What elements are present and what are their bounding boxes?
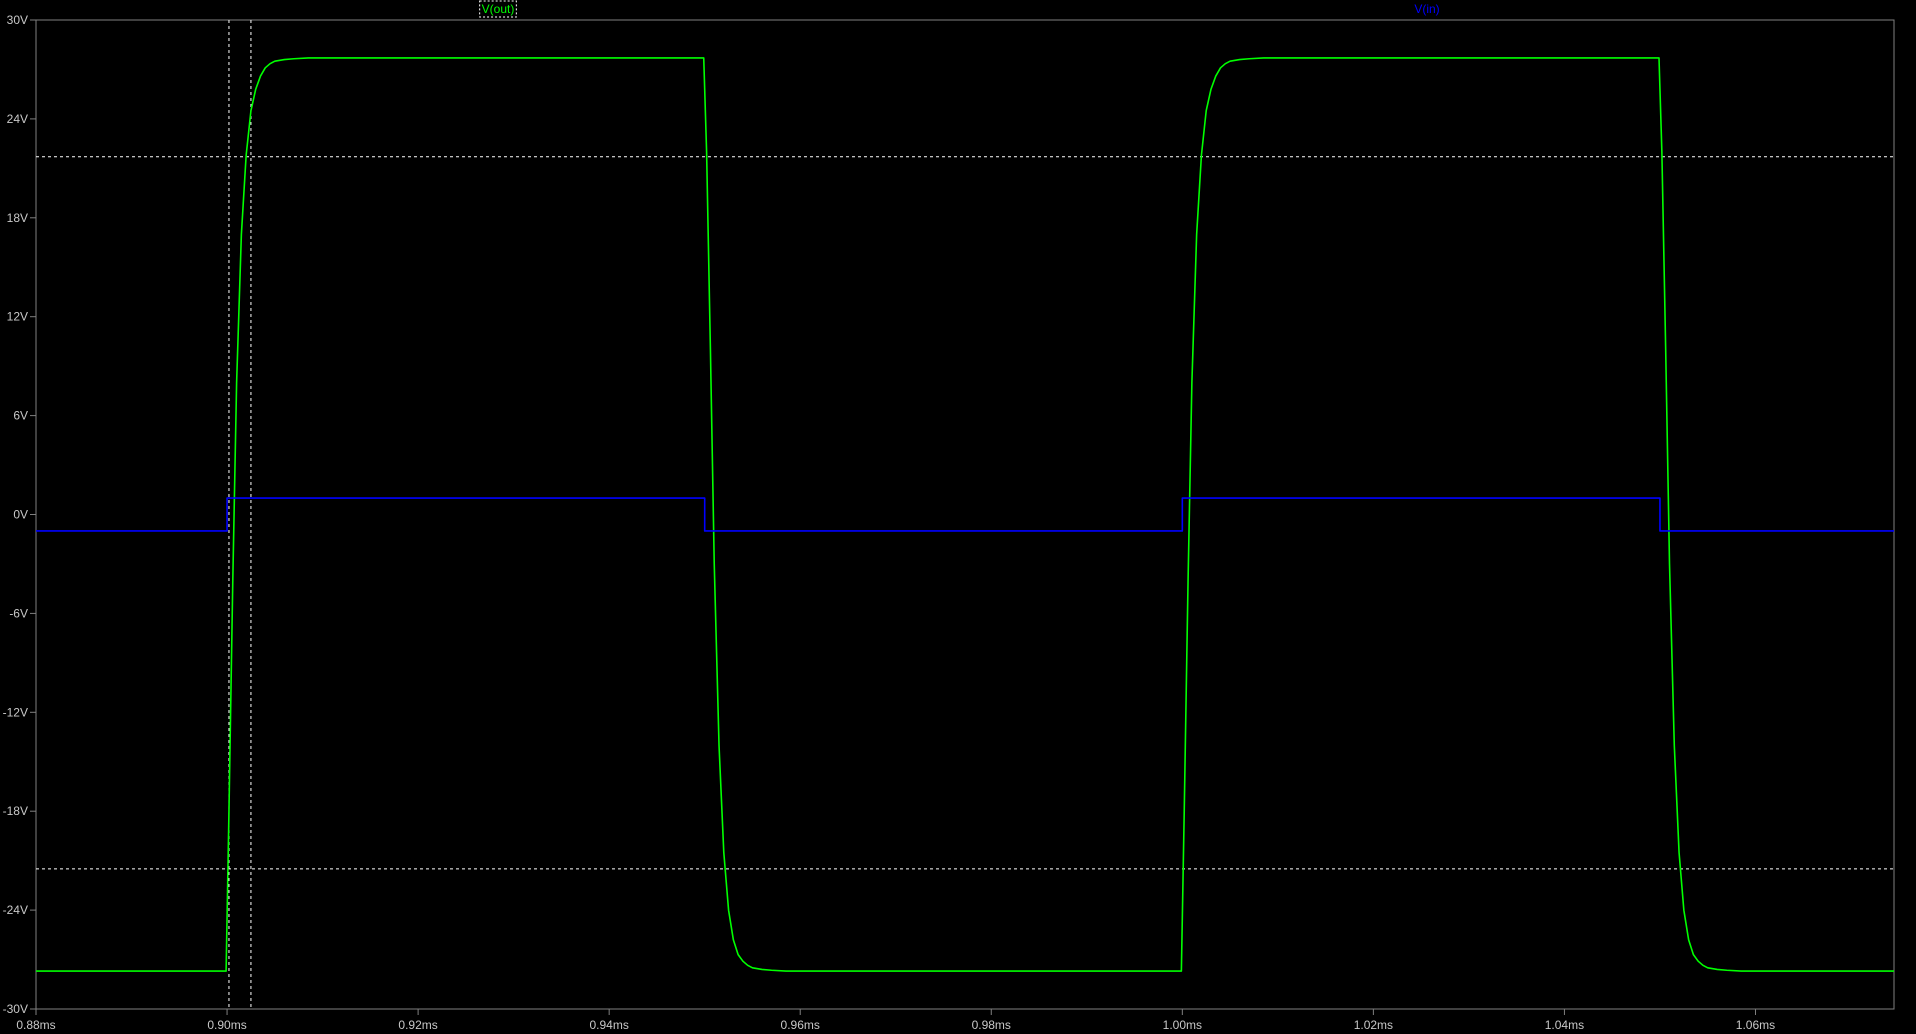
x-tick-label: 0.88ms — [16, 1018, 55, 1032]
y-tick-label: 18V — [7, 211, 28, 225]
y-tick-label: -24V — [3, 903, 28, 917]
legend-label-v-in[interactable]: V(in) — [1414, 2, 1439, 16]
trace-v-in — [36, 497, 1894, 532]
x-axis-ticks: 0.88ms 0.90ms 0.92ms 0.94ms 0.96ms 0.98ms 1.00… — [16, 1009, 1775, 1032]
y-tick-label: -18V — [3, 804, 28, 818]
trace-legend[interactable]: V(out) V(in) — [479, 0, 1440, 18]
plot-axes — [35, 19, 1895, 1010]
y-tick-label: 30V — [7, 13, 28, 27]
x-tick-label: 0.94ms — [589, 1018, 628, 1032]
plot-frame — [35, 19, 1895, 1010]
x-tick-label: 0.90ms — [207, 1018, 246, 1032]
cursor-lines[interactable] — [36, 20, 1894, 1009]
x-tick-label: 0.96ms — [781, 1018, 820, 1032]
waveform-plot[interactable]: 30V 24V 18V 12V 6V 0V -6V -12V -18V -24V -30V 0.88… — [0, 0, 1916, 1034]
y-tick-label: 24V — [7, 112, 28, 126]
trace-layer — [36, 57, 1894, 972]
y-tick-label: -30V — [3, 1002, 28, 1016]
x-tick-label: 1.00ms — [1163, 1018, 1202, 1032]
legend-label-v-out[interactable]: V(out) — [482, 2, 515, 16]
y-tick-label: 6V — [13, 409, 28, 423]
y-tick-label: -12V — [3, 705, 28, 719]
y-tick-label: -6V — [9, 606, 28, 620]
x-tick-label: 0.98ms — [972, 1018, 1011, 1032]
y-tick-label: 12V — [7, 310, 28, 324]
x-tick-label: 1.02ms — [1354, 1018, 1393, 1032]
x-tick-label: 0.92ms — [398, 1018, 437, 1032]
y-axis-ticks: 30V 24V 18V 12V 6V 0V -6V -12V -18V -24V -30V — [3, 13, 36, 1016]
x-tick-label: 1.04ms — [1545, 1018, 1584, 1032]
y-tick-label: 0V — [13, 508, 28, 522]
trace-v-out — [36, 57, 1894, 972]
x-tick-label: 1.06ms — [1736, 1018, 1775, 1032]
